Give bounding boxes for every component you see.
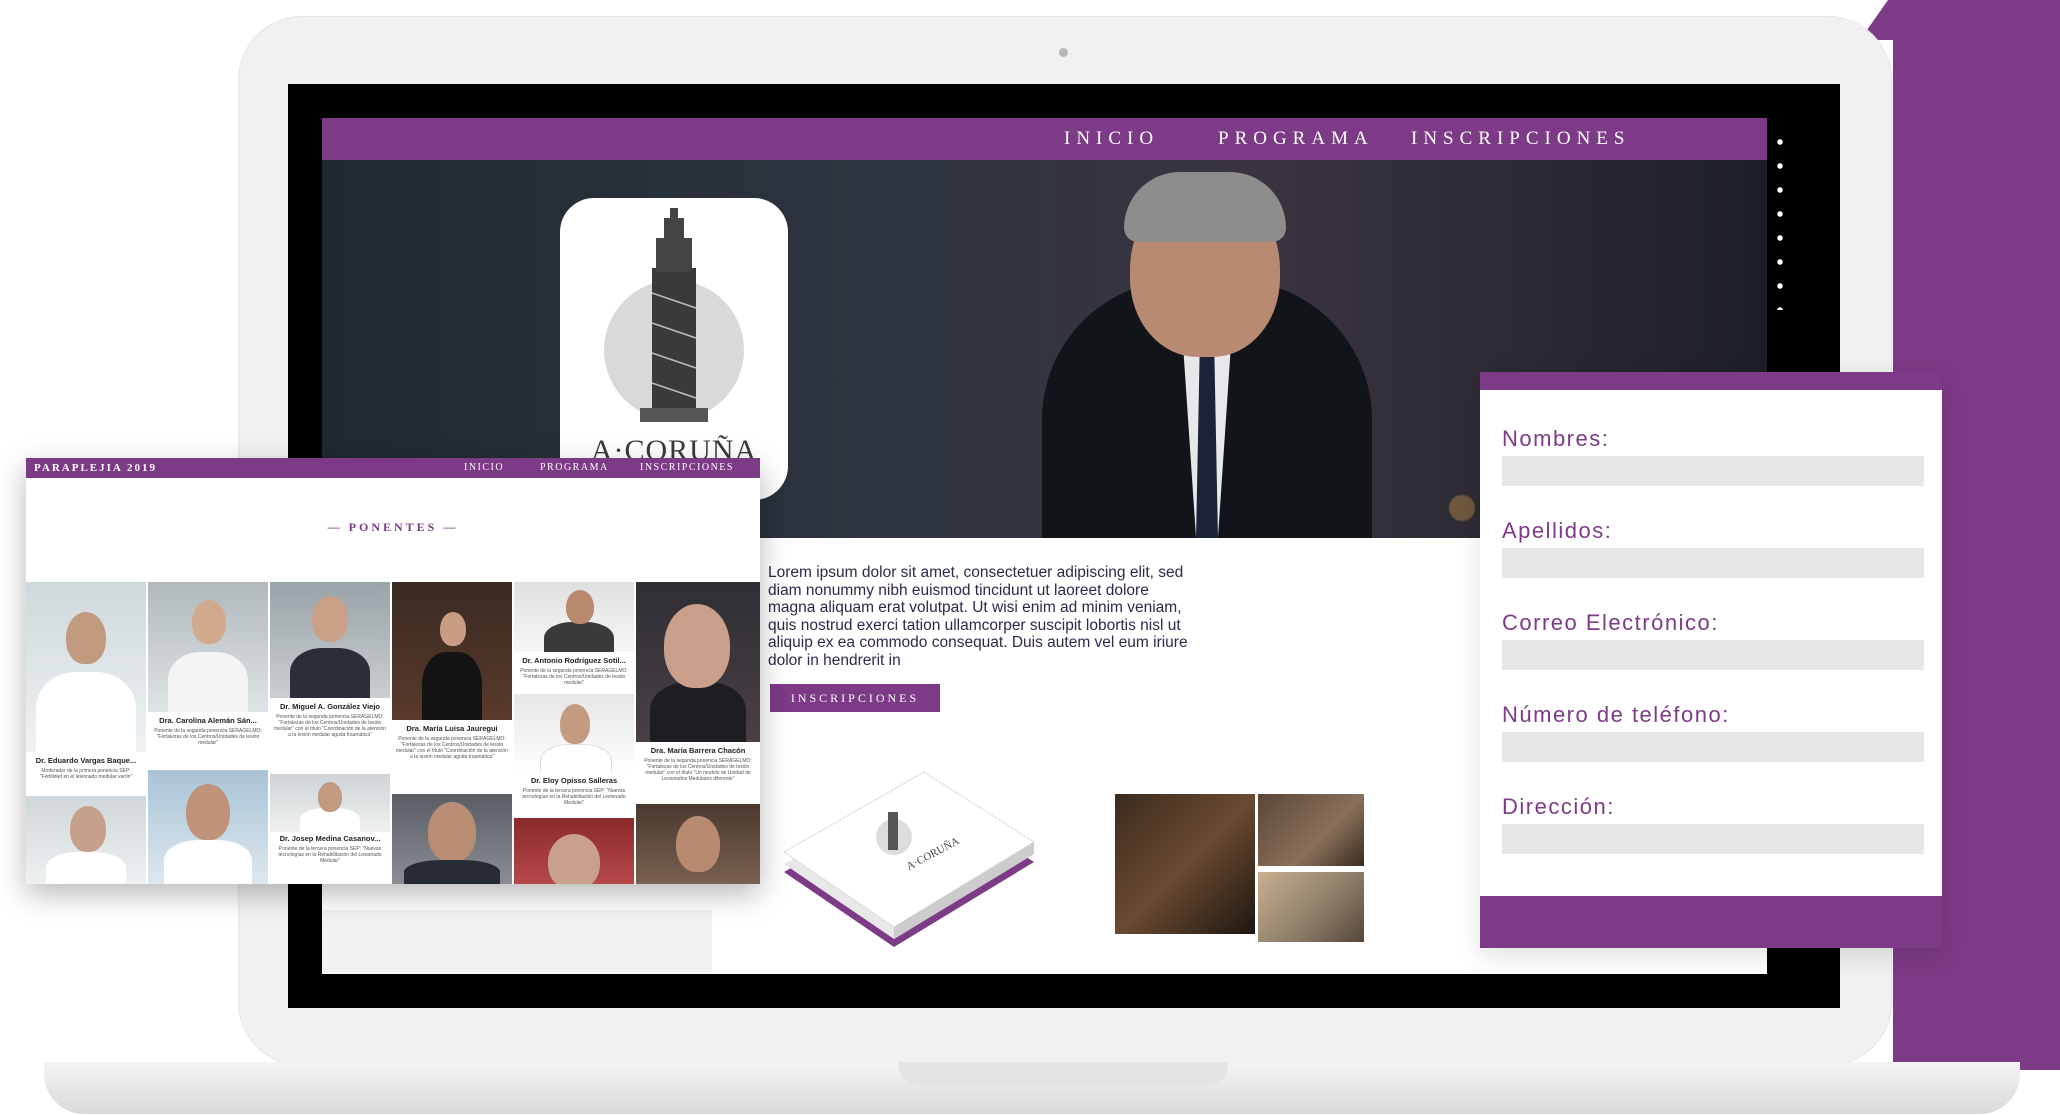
speaker-name-2: Dra. Carolina Alemán Sán...: [159, 716, 257, 725]
telefono-input[interactable]: [1502, 732, 1924, 762]
intro-paragraph: Lorem ipsum dolor sit amet, consectetuer…: [768, 564, 1188, 669]
booklet-image: [783, 771, 1035, 947]
speaker-photo-10[interactable]: [148, 770, 268, 884]
speaker-name-4: Dra. María Luisa Jauregui: [406, 724, 498, 733]
label-correo: Correo Electrónico:: [1502, 610, 1719, 635]
tower-logo-icon: [604, 208, 744, 422]
speaker-photo-13[interactable]: [636, 804, 760, 884]
speaker-photo-3[interactable]: [270, 582, 390, 698]
speakers-page-overlay: PARAPLEJIA 2019 INICIO PROGRAMA INSCRIPC…: [26, 458, 760, 884]
event-photo-couple: [1115, 794, 1255, 934]
speaker-desc-4: Ponente de la segunda ponencia SERAGELMO…: [396, 736, 508, 760]
speaker-photo-9[interactable]: [26, 796, 146, 884]
speaker-photo-2[interactable]: [148, 582, 268, 712]
ponentes-heading: — PONENTES —: [327, 520, 459, 534]
label-nombres: Nombres:: [1502, 426, 1610, 451]
nav-inscripciones[interactable]: INSCRIPCIONES: [1411, 128, 1630, 150]
booklet-mockup: A·CORUÑA: [774, 752, 1044, 962]
overlay-nav-programa[interactable]: PROGRAMA: [540, 462, 609, 473]
label-direccion: Dirección:: [1502, 794, 1615, 819]
logo-card: A·CORUÑA: [560, 198, 788, 500]
speaker-name-8: Dr. Josep Medina Casanov...: [279, 834, 381, 843]
nombres-input[interactable]: [1502, 456, 1924, 486]
speaker-desc-3: Ponente de la segunda ponencia SERAGELMO…: [274, 714, 386, 738]
speaker-name-7: Dr. Eloy Opisso Salleras: [530, 776, 618, 785]
correo-input[interactable]: [1502, 640, 1924, 670]
event-photo-attendees: [1258, 872, 1364, 942]
hero-person-hair: [1124, 172, 1286, 242]
direccion-input[interactable]: [1502, 824, 1924, 854]
dot-pattern-decoration: [1768, 130, 1798, 310]
speaker-photo-7[interactable]: [514, 694, 634, 772]
form-top-bar: [1480, 372, 1942, 390]
label-telefono: Número de teléfono:: [1502, 702, 1730, 727]
overlay-navbar: PARAPLEJIA 2019 INICIO PROGRAMA INSCRIPC…: [26, 458, 760, 478]
speaker-photo-6[interactable]: [636, 582, 760, 742]
speaker-photo-12[interactable]: [514, 818, 634, 884]
overlay-brand[interactable]: PARAPLEJIA 2019: [34, 462, 157, 474]
speaker-name-5: Dr. Antonio Rodríguez Sotil...: [522, 656, 626, 665]
apellidos-input[interactable]: [1502, 548, 1924, 578]
event-photo-audience: [1258, 794, 1364, 866]
inscripciones-button[interactable]: INSCRIPCIONES: [770, 684, 940, 712]
registration-form-card: Nombres: Apellidos: Correo Electrónico: …: [1480, 372, 1942, 948]
speaker-desc-6: Ponente de la segunda ponencia SERAGELMO…: [644, 758, 752, 782]
camera-icon: [1059, 48, 1068, 57]
speaker-desc-5: Ponente de la segunda ponencia SERAGELMO…: [520, 668, 628, 686]
label-apellidos: Apellidos:: [1502, 518, 1613, 543]
speaker-photo-1[interactable]: [26, 582, 146, 752]
nav-programa[interactable]: PROGRAMA: [1218, 128, 1374, 150]
speaker-photo-5[interactable]: [514, 582, 634, 652]
lower-page-panel: [322, 910, 712, 972]
speaker-desc-2: Ponente de la segunda ponencia SERAGELMO…: [154, 728, 262, 746]
speaker-name-6: Dra. María Barrera Chacón: [650, 746, 746, 755]
speaker-desc-7: Ponente de la tercera ponencia SEP: "Nue…: [522, 788, 626, 806]
site-navbar: INICIO PROGRAMA INSCRIPCIONES: [322, 118, 1767, 160]
form-bottom-bar: [1480, 896, 1942, 948]
nav-inicio[interactable]: INICIO: [1064, 128, 1159, 150]
overlay-nav-inscripciones[interactable]: INSCRIPCIONES: [640, 462, 734, 473]
speaker-name-3: Dr. Miguel A. González Viejo: [279, 702, 381, 711]
speaker-desc-1: Moderador de la primera ponencia SEP: "F…: [39, 768, 133, 780]
speaker-photo-8[interactable]: [270, 774, 390, 832]
laptop-base-notch: [898, 1062, 1228, 1086]
speaker-photo-4[interactable]: [392, 582, 512, 720]
speaker-photo-11[interactable]: [392, 794, 512, 884]
speaker-name-1: Dr. Eduardo Vargas Baque...: [35, 756, 137, 765]
speaker-desc-8: Ponente de la tercera ponencia SEP: "Nue…: [278, 846, 382, 864]
overlay-nav-inicio[interactable]: INICIO: [464, 462, 504, 473]
